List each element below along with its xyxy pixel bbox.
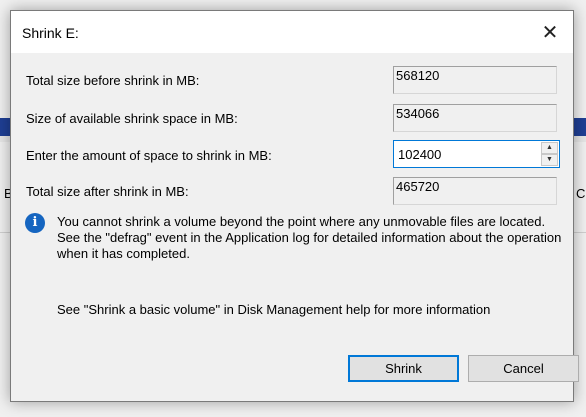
close-icon: ✕ — [541, 21, 559, 44]
background-text-right: C — [576, 186, 586, 201]
total-size-before-label: Total size before shrink in MB: — [26, 73, 200, 88]
help-message: See "Shrink a basic volume" in Disk Mana… — [57, 302, 491, 317]
shrink-dialog: Shrink E: ✕ Total size before shrink in … — [10, 10, 579, 402]
close-button[interactable]: ✕ — [527, 11, 573, 53]
cancel-button[interactable]: Cancel — [468, 355, 579, 382]
total-size-after-label: Total size after shrink in MB: — [26, 184, 189, 199]
shrink-button[interactable]: Shrink — [348, 355, 459, 382]
available-shrink-space-value: 534066 — [393, 104, 557, 132]
shrink-amount-input[interactable] — [394, 141, 536, 167]
shrink-amount-spinbox[interactable]: ▲ ▼ — [393, 140, 560, 168]
chevron-up-icon: ▲ — [546, 144, 553, 151]
chevron-down-icon: ▼ — [546, 156, 553, 163]
info-message: You cannot shrink a volume beyond the po… — [57, 214, 562, 261]
info-icon: i — [25, 213, 45, 233]
dialog-title: Shrink E: — [22, 25, 79, 41]
available-shrink-space-label: Size of available shrink space in MB: — [26, 111, 238, 126]
total-size-after-value: 465720 — [393, 177, 557, 205]
spin-down-button[interactable]: ▼ — [541, 154, 558, 166]
shrink-amount-label: Enter the amount of space to shrink in M… — [26, 148, 272, 163]
dialog-titlebar: Shrink E: ✕ — [11, 11, 573, 53]
total-size-before-value: 568120 — [393, 66, 557, 94]
spin-up-button[interactable]: ▲ — [541, 142, 558, 154]
